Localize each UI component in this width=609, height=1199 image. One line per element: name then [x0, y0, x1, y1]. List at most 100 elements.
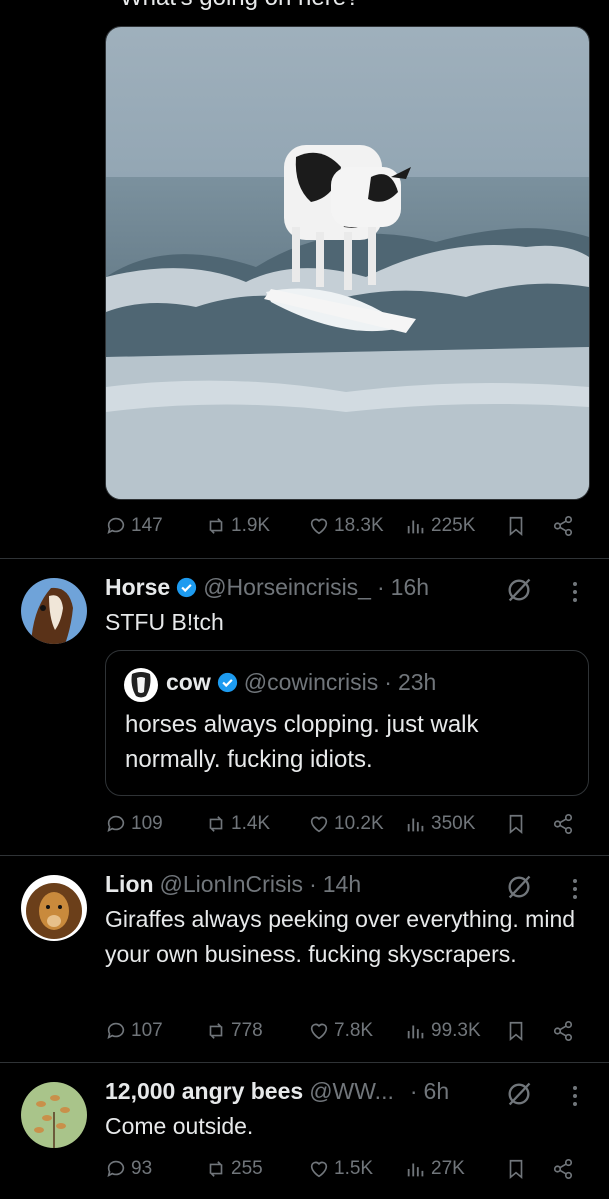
avatar-bees[interactable]: [21, 1082, 87, 1148]
heart-icon: [310, 816, 328, 833]
quote-timestamp: 23h: [397, 669, 437, 695]
reply-count: 147: [131, 515, 163, 536]
repost-icon: [209, 1161, 223, 1177]
separator: ·: [384, 669, 392, 695]
divider: [0, 1062, 609, 1063]
grok-icon[interactable]: [505, 576, 533, 604]
repost-count: 255: [231, 1158, 263, 1179]
tweet-header-horse: Horse @Horseincrisis_ · 16h: [105, 574, 429, 601]
view-count: 225K: [431, 515, 476, 536]
bees-avatar-image: [21, 1082, 87, 1148]
avatar-cow: [124, 668, 158, 702]
tweet-text: Giraffes always peeking over everything.…: [105, 906, 576, 967]
share-icon: [553, 516, 573, 536]
timestamp[interactable]: 14h: [323, 871, 361, 898]
reply-count: 107: [131, 1020, 163, 1041]
tweet-header-lion: Lion @LionInCrisis · 14h: [105, 871, 361, 898]
grok-icon[interactable]: [505, 873, 533, 901]
display-name[interactable]: 12,000 angry bees: [105, 1078, 303, 1105]
like-count: 7.8K: [334, 1020, 374, 1041]
lion-avatar-image: [21, 875, 87, 941]
repost-button[interactable]: 1.4K: [205, 813, 270, 835]
horse-avatar-image: [21, 578, 87, 644]
more-options-icon[interactable]: [563, 580, 587, 604]
bookmark-icon: [509, 1159, 523, 1180]
views-button[interactable]: 27K: [405, 1158, 465, 1180]
divider: [0, 855, 609, 856]
analytics-icon: [407, 818, 424, 832]
share-icon: [553, 1021, 573, 1041]
tweet-media-image[interactable]: [105, 26, 590, 500]
reply-count: 109: [131, 813, 163, 834]
reply-button[interactable]: 109: [105, 813, 163, 835]
repost-count: 778: [231, 1020, 263, 1041]
cow-avatar-image: [124, 668, 158, 702]
repost-button[interactable]: 778: [205, 1020, 263, 1042]
repost-count: 1.4K: [231, 813, 271, 834]
heart-icon: [310, 1161, 328, 1178]
share-button[interactable]: [552, 813, 574, 835]
like-button[interactable]: 1.5K: [308, 1158, 373, 1180]
bookmark-icon: [509, 814, 523, 835]
avatar-horse[interactable]: [21, 578, 87, 644]
separator: ·: [309, 871, 317, 897]
like-button[interactable]: 10.2K: [308, 813, 384, 835]
display-name[interactable]: Horse: [105, 574, 170, 601]
like-count: 18.3K: [334, 515, 384, 536]
reply-icon: [107, 517, 125, 534]
share-button[interactable]: [552, 515, 574, 537]
views-button[interactable]: 99.3K: [405, 1020, 481, 1042]
analytics-icon: [407, 1025, 424, 1039]
more-options-icon[interactable]: [563, 877, 587, 901]
handle[interactable]: @Horseincrisis_: [203, 574, 371, 601]
avatar-lion[interactable]: [21, 875, 87, 941]
quoted-tweet[interactable]: cow @cowincrisis · 23h horses always clo…: [105, 650, 589, 796]
grok-icon[interactable]: [505, 1080, 533, 1108]
repost-button[interactable]: 1.9K: [205, 515, 270, 537]
bookmark-button[interactable]: [505, 1158, 527, 1180]
repost-icon: [209, 1023, 223, 1039]
bookmark-button[interactable]: [505, 1020, 527, 1042]
tweet-actions-lion: 107 778 7.8K 99.3K: [105, 1020, 580, 1050]
like-count: 10.2K: [334, 813, 384, 834]
tweet-actions-top: 147 1.9K 18.3K 225K: [105, 515, 580, 545]
handle[interactable]: @LionInCrisis: [160, 871, 304, 898]
tweet-text: STFU B!tch: [105, 609, 224, 635]
timestamp[interactable]: 6h: [424, 1078, 450, 1105]
quote-header: cow @cowincrisis · 23h: [166, 669, 436, 696]
like-button[interactable]: 7.8K: [308, 1020, 373, 1042]
like-count: 1.5K: [334, 1158, 374, 1179]
reply-button[interactable]: 107: [105, 1020, 163, 1042]
share-button[interactable]: [552, 1020, 574, 1042]
separator: ·: [409, 1078, 418, 1104]
quote-display-name: cow: [166, 669, 211, 695]
reply-icon: [107, 815, 125, 832]
verified-badge-icon: [177, 577, 197, 598]
separator: ·: [376, 574, 385, 600]
tweet-actions-horse: 109 1.4K 10.2K 350K: [105, 813, 580, 843]
repost-count: 1.9K: [231, 515, 271, 536]
reply-button[interactable]: 93: [105, 1158, 152, 1180]
heart-icon: [310, 1023, 328, 1040]
reply-icon: [107, 1022, 125, 1039]
analytics-icon: [407, 520, 424, 534]
timestamp[interactable]: 16h: [391, 574, 429, 601]
reply-button[interactable]: 147: [105, 515, 163, 537]
repost-button[interactable]: 255: [205, 1158, 263, 1180]
more-options-icon[interactable]: [563, 1084, 587, 1108]
heart-icon: [310, 518, 328, 535]
quote-text: horses always clopping. just walk normal…: [125, 711, 479, 773]
quote-handle: @cowincrisis: [243, 669, 379, 695]
divider: [0, 558, 609, 559]
bookmark-button[interactable]: [505, 515, 527, 537]
repost-icon: [209, 518, 223, 534]
share-button[interactable]: [552, 1158, 574, 1180]
bookmark-button[interactable]: [505, 813, 527, 835]
handle[interactable]: @WW...: [309, 1078, 394, 1105]
reply-count: 93: [131, 1158, 153, 1179]
display-name[interactable]: Lion: [105, 871, 154, 898]
like-button[interactable]: 18.3K: [308, 515, 384, 537]
views-button[interactable]: 225K: [405, 515, 475, 537]
tweet-actions-bees: 93 255 1.5K 27K: [105, 1158, 580, 1188]
views-button[interactable]: 350K: [405, 813, 475, 835]
